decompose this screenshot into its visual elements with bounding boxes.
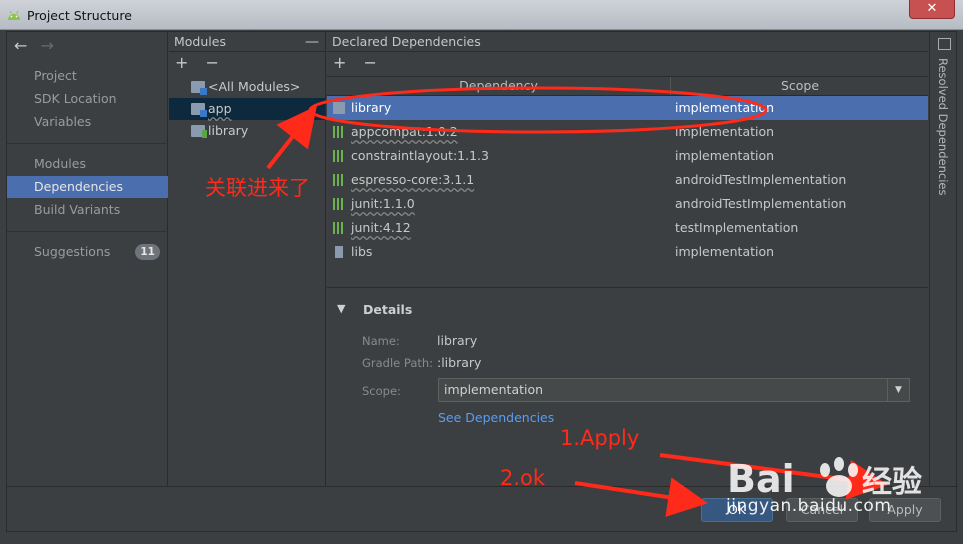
- resolved-dependencies-tab[interactable]: Resolved Dependencies: [929, 32, 958, 486]
- remove-dependency-icon[interactable]: −: [364, 53, 377, 72]
- jar-icon: [335, 246, 343, 258]
- resolved-dependencies-icon: [938, 38, 951, 50]
- dependency-name: appcompat:1.0.2: [351, 124, 458, 139]
- add-dependency-icon[interactable]: +: [333, 53, 346, 72]
- column-header-dependency[interactable]: Dependency: [327, 77, 671, 95]
- dependencies-title: Declared Dependencies: [332, 34, 481, 49]
- resolved-dependencies-label: Resolved Dependencies: [936, 58, 950, 196]
- sidebar-item-dependencies[interactable]: Dependencies: [7, 176, 168, 198]
- sidebar-divider: [7, 143, 168, 144]
- svg-text:经验: 经验: [862, 465, 922, 500]
- library-module-icon: [191, 125, 207, 138]
- annotation-linked-note: 关联进来了: [205, 176, 310, 200]
- dependency-name: library: [351, 100, 392, 115]
- gradle-path-value: :library: [437, 355, 482, 370]
- scope-dropdown[interactable]: implementation ▼: [438, 378, 910, 402]
- remove-module-icon[interactable]: −: [206, 53, 219, 72]
- annotation-step-apply: 1.Apply: [560, 426, 640, 450]
- sidebar-item-variables[interactable]: Variables: [7, 111, 168, 133]
- gradle-path-label: Gradle Path:: [362, 356, 434, 370]
- table-row[interactable]: constraintlayout:1.1.3 implementation: [327, 144, 928, 168]
- dependency-name: constraintlayout:1.1.3: [351, 148, 489, 163]
- dependency-name: libs: [351, 244, 373, 259]
- library-icon: [333, 222, 345, 234]
- module-label: app: [208, 101, 232, 116]
- declared-dependencies-panel: Declared Dependencies + − Dependency Sco…: [327, 32, 928, 486]
- modules-toolbar: + −: [169, 52, 325, 76]
- sidebar-item-build-variants[interactable]: Build Variants: [7, 199, 168, 221]
- library-icon: [333, 174, 345, 186]
- name-value: library: [437, 333, 478, 348]
- all-modules-icon: [191, 81, 207, 95]
- dependency-scope: implementation: [675, 148, 775, 163]
- window-title: Project Structure: [27, 8, 132, 23]
- dependency-name: junit:1.1.0: [351, 196, 415, 211]
- table-row[interactable]: espresso-core:3.1.1 androidTestImplement…: [327, 168, 928, 192]
- dependency-name: espresso-core:3.1.1: [351, 172, 475, 187]
- scope-selected-value: implementation: [444, 382, 544, 397]
- module-label: library: [208, 123, 249, 138]
- dependencies-toolbar: + −: [327, 52, 928, 76]
- module-label: <All Modules>: [208, 79, 301, 94]
- details-title: Details: [363, 302, 413, 317]
- table-row[interactable]: junit:1.1.0 androidTestImplementation: [327, 192, 928, 216]
- modules-panel: Modules — + − <All Modules> app library: [169, 32, 326, 486]
- sidebar-item-sdk-location[interactable]: SDK Location: [7, 88, 168, 110]
- dependencies-table-header: Dependency Scope: [327, 76, 928, 96]
- scope-label: Scope:: [362, 384, 401, 398]
- dependency-scope: androidTestImplementation: [675, 172, 847, 187]
- sidebar-item-project[interactable]: Project: [7, 65, 168, 87]
- table-row[interactable]: junit:4.12 testImplementation: [327, 216, 928, 240]
- android-module-icon: [191, 103, 207, 117]
- watermark-url: jingyan.baidu.com: [726, 496, 892, 516]
- dependency-scope: implementation: [675, 244, 775, 259]
- svg-text:Bai: Bai: [727, 457, 795, 501]
- dependency-name: junit:4.12: [351, 220, 411, 235]
- android-studio-icon: [8, 10, 20, 20]
- dependency-scope: androidTestImplementation: [675, 196, 847, 211]
- dependencies-table: library implementation appcompat:1.0.2 i…: [327, 96, 928, 281]
- module-item-library[interactable]: library: [169, 120, 325, 142]
- collapse-details-icon[interactable]: ▼: [337, 302, 345, 315]
- dependencies-header: Declared Dependencies: [327, 32, 928, 52]
- dependency-scope: implementation: [675, 100, 775, 115]
- table-row[interactable]: appcompat:1.0.2 implementation: [327, 120, 928, 144]
- close-window-button[interactable]: ✕: [909, 0, 955, 19]
- column-header-scope[interactable]: Scope: [672, 77, 928, 95]
- sidebar-item-label: Suggestions: [34, 244, 111, 259]
- chevron-down-icon[interactable]: ▼: [887, 379, 909, 401]
- collapse-icon[interactable]: —: [305, 32, 319, 52]
- sidebar-item-modules[interactable]: Modules: [7, 153, 168, 175]
- forward-arrow-icon[interactable]: →: [41, 36, 54, 55]
- library-icon: [333, 150, 345, 162]
- sidebar-divider: [7, 231, 168, 232]
- name-label: Name:: [362, 334, 400, 348]
- add-module-icon[interactable]: +: [175, 53, 188, 72]
- module-item-app[interactable]: app: [169, 98, 325, 120]
- dependency-scope: implementation: [675, 124, 775, 139]
- dependency-scope: testImplementation: [675, 220, 799, 235]
- window-titlebar: Project Structure ✕: [0, 0, 963, 30]
- table-row[interactable]: libs implementation: [327, 240, 928, 264]
- modules-title: Modules: [174, 34, 226, 49]
- see-dependencies-link[interactable]: See Dependencies: [438, 410, 554, 425]
- table-row[interactable]: library implementation: [327, 96, 928, 120]
- sidebar: ← → Project SDK Location Variables Modul…: [7, 32, 168, 486]
- library-icon: [333, 126, 345, 138]
- suggestions-count-badge: 11: [135, 244, 160, 260]
- back-arrow-icon[interactable]: ←: [14, 36, 27, 55]
- module-icon: [333, 102, 345, 114]
- library-icon: [333, 198, 345, 210]
- sidebar-item-suggestions[interactable]: Suggestions 11: [7, 241, 168, 263]
- modules-header: Modules —: [169, 32, 325, 52]
- annotation-step-ok: 2.ok: [500, 466, 546, 490]
- nav-arrows: ← →: [14, 36, 62, 55]
- module-item-all[interactable]: <All Modules>: [169, 76, 325, 98]
